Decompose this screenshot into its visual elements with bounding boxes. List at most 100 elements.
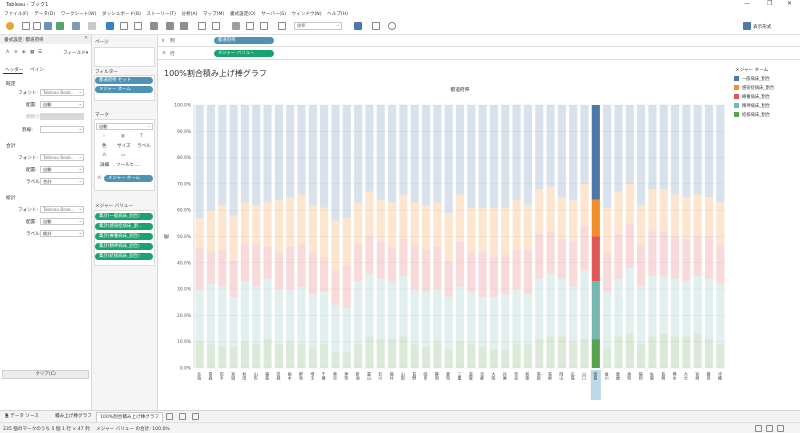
tab-pane[interactable]: ペイン xyxy=(30,67,44,73)
tabs-view-icon[interactable] xyxy=(777,425,784,432)
new-datasource-icon[interactable] xyxy=(56,22,64,30)
columns-pill-prefecture[interactable]: 都道府県 xyxy=(214,37,274,44)
measure-pill-tuberculosis[interactable]: 集計(結核病床_割合) xyxy=(95,253,153,260)
new-sheet-icon[interactable] xyxy=(166,413,173,420)
pause-update-icon[interactable] xyxy=(72,22,80,30)
clear-icon[interactable] xyxy=(134,22,142,30)
bar-segment xyxy=(455,241,465,287)
color-button[interactable]: ⁘ 色 xyxy=(96,134,114,150)
grand-font-select[interactable]: Tableau Book... xyxy=(40,206,84,213)
measure-pill-longterm[interactable]: 集計(療養病床_割合) xyxy=(95,233,153,240)
swap-icon[interactable] xyxy=(150,22,158,30)
mark-type-select[interactable]: 自動 xyxy=(96,123,153,130)
tooltip-button[interactable]: ▭ ツールヒ.... xyxy=(115,153,140,169)
shading-icon[interactable]: ◈ xyxy=(22,50,26,55)
menu-data[interactable]: データ(D) xyxy=(34,11,55,17)
bar-segment xyxy=(535,233,544,279)
menu-window[interactable]: ウィンドウ(N) xyxy=(292,11,322,17)
new-dashboard-icon[interactable] xyxy=(179,413,186,420)
bar-segment xyxy=(512,249,521,290)
measure-pill-psychiatric[interactable]: 集計(精神病床_割合) xyxy=(95,243,153,250)
detail-button[interactable]: ⁂ 詳細 xyxy=(96,153,114,169)
tab-percent-stacked-bar[interactable]: 100%割合積み上げ棒グラフ xyxy=(96,412,164,422)
fit-select[interactable]: 標準 xyxy=(294,22,342,30)
total-align-select[interactable]: 自動 xyxy=(40,166,84,173)
menu-file[interactable]: ファイル(F) xyxy=(4,11,29,17)
clear-button[interactable]: クリア(C) xyxy=(2,370,89,379)
tableau-logo-icon[interactable] xyxy=(6,22,14,30)
filter-pill-prefecture-set[interactable]: 都道府県 セット xyxy=(95,77,153,84)
menu-story[interactable]: ストーリー(T) xyxy=(147,11,176,17)
size-button[interactable]: ◍ サイズ xyxy=(115,134,133,150)
stacked-bar-chart[interactable]: 都道府県値 0.0% 10.0% 20.0% 30.0% 40.0% 50.0% 60.0% 7… xyxy=(158,63,730,410)
pin-icon[interactable] xyxy=(278,22,286,30)
group-icon[interactable] xyxy=(198,22,206,30)
maximize-button[interactable]: ❐ xyxy=(767,0,772,7)
tab-stacked-bar[interactable]: 積み上げ棒グラフ xyxy=(52,412,95,422)
total-font-select[interactable]: Tableau Book... xyxy=(40,154,84,161)
tab-header[interactable]: ヘッダー xyxy=(3,66,23,74)
tab-data-source[interactable]: 🗎 データ ソース xyxy=(2,412,42,422)
run-update-icon[interactable] xyxy=(88,22,96,30)
undo-icon[interactable] xyxy=(22,22,30,30)
rows-shelf[interactable]: ≡ 行 メジャー バリュー xyxy=(158,48,800,60)
default-align-select[interactable]: 自動 xyxy=(40,101,84,108)
grid-view-icon[interactable] xyxy=(755,425,762,432)
lines-icon[interactable]: ☰ xyxy=(38,50,42,55)
new-story-icon[interactable] xyxy=(192,413,199,420)
close-icon[interactable]: ✕ xyxy=(84,36,88,41)
menu-analysis[interactable]: 分析(A) xyxy=(181,11,197,17)
border-select[interactable] xyxy=(40,126,84,133)
detail-label: 詳細 xyxy=(100,163,110,168)
sort-asc-icon[interactable] xyxy=(166,22,174,30)
shading-select[interactable] xyxy=(40,113,84,120)
grand-align-select[interactable]: 自動 xyxy=(40,218,84,225)
pages-shelf[interactable] xyxy=(94,47,155,67)
save-icon[interactable] xyxy=(44,22,52,30)
filmstrip-view-icon[interactable] xyxy=(766,425,773,432)
duplicate-icon[interactable] xyxy=(120,22,128,30)
show-me-icon[interactable] xyxy=(743,22,751,30)
fix-axes-icon[interactable] xyxy=(260,22,268,30)
menu-map[interactable]: マップ(M) xyxy=(203,11,224,17)
bar-segment xyxy=(308,105,317,205)
share-icon[interactable] xyxy=(388,22,396,30)
measure-pill-infectious[interactable]: 集計(感染症病床_割... xyxy=(95,223,153,230)
bar-segment xyxy=(410,244,419,290)
close-button[interactable]: ✕ xyxy=(787,0,792,7)
label-icon[interactable] xyxy=(212,22,220,30)
font-icon[interactable]: A xyxy=(6,50,9,55)
grand-label-input[interactable]: 総計 xyxy=(40,230,84,237)
format-pane: 書式設定: 都道府県 ✕ A ≡ ◈ ▦ ☰ フィールド▾ ヘッダー ペイン 既… xyxy=(0,35,92,410)
default-font-select[interactable]: Tableau Book... xyxy=(40,89,84,96)
label-button[interactable]: T ラベル xyxy=(134,134,152,150)
measure-pill-general[interactable]: 集計(一般病床_割合) xyxy=(95,213,153,220)
highlight-icon[interactable] xyxy=(232,22,240,30)
show-me-label[interactable]: 表示形式 xyxy=(753,24,771,30)
bar-segment xyxy=(535,105,544,190)
minimize-button[interactable]: — xyxy=(744,0,750,7)
filter-pill-measure-names[interactable]: メジャー ネーム xyxy=(95,86,153,93)
align-icon[interactable]: ≡ xyxy=(14,50,18,55)
fields-dropdown[interactable]: フィールド▾ xyxy=(63,50,88,56)
new-worksheet-icon[interactable] xyxy=(106,22,114,30)
menu-format[interactable]: 書式設定(O) xyxy=(230,11,256,17)
sort-desc-icon[interactable] xyxy=(180,22,188,30)
border-icon[interactable]: ▦ xyxy=(30,50,34,55)
presentation-icon[interactable] xyxy=(372,22,380,30)
menu-dashboard[interactable]: ダッシュボード(B) xyxy=(102,11,141,17)
rows-pill-measure-values[interactable]: メジャー バリュー xyxy=(214,50,274,57)
y-tick-label: 0.0% xyxy=(180,366,191,372)
marks-pill-measure-names[interactable]: メジャー ネーム xyxy=(104,175,153,182)
x-tick-label: 北海 xyxy=(197,371,202,381)
legend-title: メジャー ネーム xyxy=(735,68,769,73)
menu-worksheet[interactable]: ワークシート(W) xyxy=(61,11,97,17)
columns-shelf[interactable]: ⦀ 列 都道府県 xyxy=(158,35,800,47)
bar-segment xyxy=(455,105,465,195)
menu-server[interactable]: サーバー(S) xyxy=(261,11,286,17)
redo-icon[interactable] xyxy=(33,22,41,30)
format-icon[interactable] xyxy=(246,22,254,30)
chart-icon[interactable] xyxy=(354,22,362,30)
menu-help[interactable]: ヘルプ(H) xyxy=(327,11,348,17)
total-label-input[interactable]: 合計 xyxy=(40,178,84,185)
